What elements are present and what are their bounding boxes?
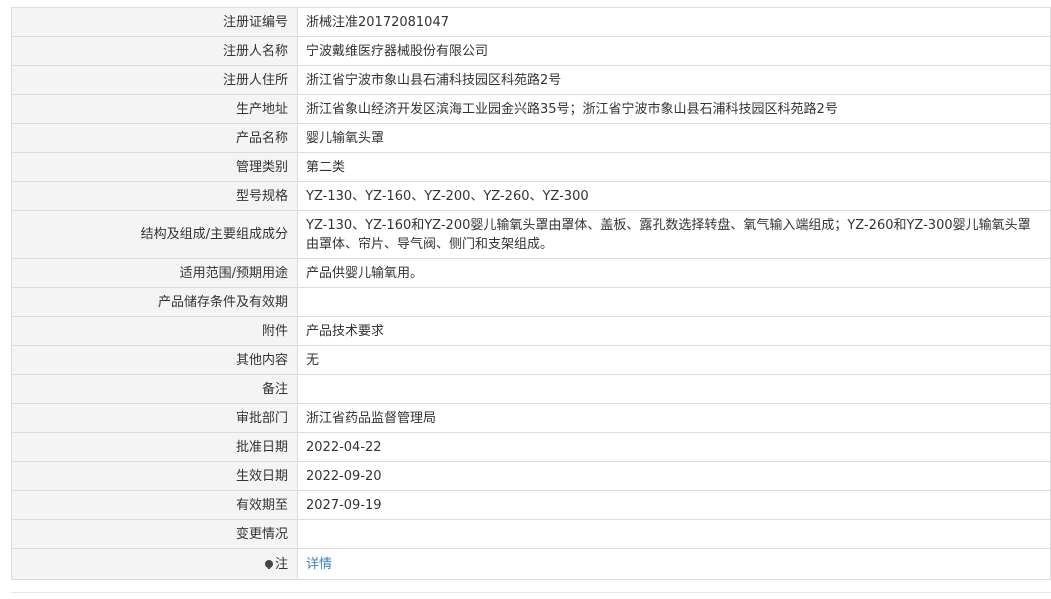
field-value: 浙江省药品监督管理局 xyxy=(297,403,1051,433)
note-label-cell: 注 xyxy=(11,548,298,580)
registration-record-table: 注册证编号 浙械注准20172081047 注册人名称 宁波戴维医疗器械股份有限… xyxy=(11,7,1051,580)
row-approval-date: 批准日期 2022-04-22 xyxy=(11,432,1051,462)
row-approval-department: 审批部门 浙江省药品监督管理局 xyxy=(11,403,1051,433)
field-value xyxy=(297,287,1051,317)
field-value: 宁波戴维医疗器械股份有限公司 xyxy=(297,36,1051,66)
field-label: 注册人名称 xyxy=(11,36,298,66)
field-value: 浙江省宁波市象山县石浦科技园区科苑路2号 xyxy=(297,65,1051,95)
field-label: 管理类别 xyxy=(11,152,298,182)
details-link[interactable]: 详情 xyxy=(306,557,332,572)
field-label: 型号规格 xyxy=(11,181,298,211)
row-model-spec: 型号规格 YZ-130、YZ-160、YZ-200、YZ-260、YZ-300 xyxy=(11,181,1051,211)
field-label: 有效期至 xyxy=(11,490,298,520)
row-registration-number: 注册证编号 浙械注准20172081047 xyxy=(11,7,1051,37)
note-label: 注 xyxy=(274,556,288,572)
field-value: 2022-04-22 xyxy=(297,432,1051,462)
field-value xyxy=(297,519,1051,549)
field-value: 无 xyxy=(297,345,1051,375)
row-other-content: 其他内容 无 xyxy=(11,345,1051,375)
row-production-address: 生产地址 浙江省象山经济开发区滨海工业园金兴路35号；浙江省宁波市象山县石浦科技… xyxy=(11,94,1051,124)
field-label: 其他内容 xyxy=(11,345,298,375)
field-label: 审批部门 xyxy=(11,403,298,433)
field-value: YZ-130、YZ-160、YZ-200、YZ-260、YZ-300 xyxy=(297,181,1051,211)
field-value: 第二类 xyxy=(297,152,1051,182)
field-value: 浙江省象山经济开发区滨海工业园金兴路35号；浙江省宁波市象山县石浦科技园区科苑路… xyxy=(297,94,1051,124)
row-attachment: 附件 产品技术要求 xyxy=(11,316,1051,346)
field-label: 产品储存条件及有效期 xyxy=(11,287,298,317)
bottom-divider xyxy=(11,592,1051,593)
field-label: 注册人住所 xyxy=(11,65,298,95)
field-label: 结构及组成/主要组成成分 xyxy=(11,210,298,259)
field-value: YZ-130、YZ-160和YZ-200婴儿输氧头罩由罩体、盖板、露孔数选择转盘… xyxy=(297,210,1051,259)
field-value: 2022-09-20 xyxy=(297,461,1051,491)
field-label: 生效日期 xyxy=(11,461,298,491)
field-label: 适用范围/预期用途 xyxy=(11,258,298,288)
row-registrant-address: 注册人住所 浙江省宁波市象山县石浦科技园区科苑路2号 xyxy=(11,65,1051,95)
field-label: 批准日期 xyxy=(11,432,298,462)
row-intended-use: 适用范围/预期用途 产品供婴儿输氧用。 xyxy=(11,258,1051,288)
field-label: 备注 xyxy=(11,374,298,404)
row-registrant-name: 注册人名称 宁波戴维医疗器械股份有限公司 xyxy=(11,36,1051,66)
field-label: 产品名称 xyxy=(11,123,298,153)
field-label: 生产地址 xyxy=(11,94,298,124)
field-value: 产品供婴儿输氧用。 xyxy=(297,258,1051,288)
row-valid-until: 有效期至 2027-09-19 xyxy=(11,490,1051,520)
field-value: 2027-09-19 xyxy=(297,490,1051,520)
row-structure-composition: 结构及组成/主要组成成分 YZ-130、YZ-160和YZ-200婴儿输氧头罩由… xyxy=(11,210,1051,259)
field-value: 婴儿输氧头罩 xyxy=(297,123,1051,153)
lightbulb-icon xyxy=(264,559,273,569)
field-value xyxy=(297,374,1051,404)
field-value: 产品技术要求 xyxy=(297,316,1051,346)
row-note: 注 详情 xyxy=(11,548,1051,580)
row-remarks: 备注 xyxy=(11,374,1051,404)
row-change-history: 变更情况 xyxy=(11,519,1051,549)
field-label: 附件 xyxy=(11,316,298,346)
row-product-name: 产品名称 婴儿输氧头罩 xyxy=(11,123,1051,153)
row-storage-validity: 产品储存条件及有效期 xyxy=(11,287,1051,317)
field-label: 变更情况 xyxy=(11,519,298,549)
field-label: 注册证编号 xyxy=(11,7,298,37)
row-management-category: 管理类别 第二类 xyxy=(11,152,1051,182)
field-value: 浙械注准20172081047 xyxy=(297,7,1051,37)
note-value-cell: 详情 xyxy=(297,548,1051,580)
row-effective-date: 生效日期 2022-09-20 xyxy=(11,461,1051,491)
